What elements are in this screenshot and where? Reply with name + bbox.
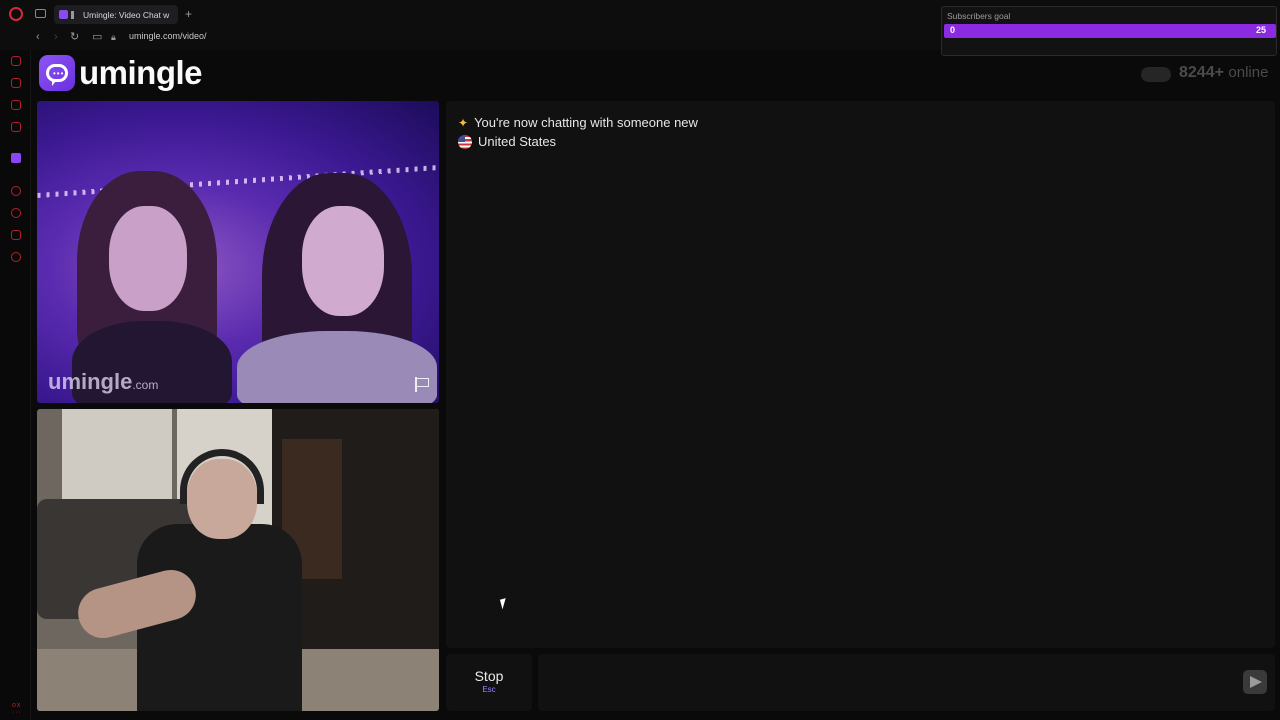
stranger-face-2 (302, 206, 384, 316)
bubble-shape: ••• (46, 64, 68, 86)
site-logo-text[interactable]: umingle (79, 54, 203, 92)
back-icon[interactable]: ‹ (36, 31, 40, 43)
online-counter: 8244+ online (1179, 64, 1268, 82)
opera-logo-icon[interactable] (9, 7, 23, 21)
tab-manager-icon[interactable] (35, 9, 46, 18)
online-toggle[interactable] (1141, 67, 1171, 82)
send-button[interactable] (1243, 670, 1267, 694)
stop-shortcut-hint: Esc (482, 685, 496, 694)
browser-sidebar: ox ··· (0, 50, 31, 720)
address-bar[interactable]: umingle.com/video/ (129, 31, 207, 41)
sidebar-messenger-icon[interactable] (11, 100, 21, 110)
sidebar-speed-dial-icon[interactable] (11, 56, 21, 66)
bubble-dots: ••• (53, 69, 65, 78)
us-flag-icon (458, 134, 472, 149)
sparkles-icon: ✦ (458, 115, 469, 130)
goal-target: 25 (1255, 25, 1266, 35)
sidebar-player-icon[interactable] (11, 186, 21, 196)
message-input[interactable] (538, 654, 1275, 711)
browser-tab-active[interactable]: Umingle: Video Chat w (54, 5, 178, 24)
sidebar-extensions-icon[interactable] (11, 230, 21, 240)
sidebar-shop-icon[interactable] (11, 78, 21, 88)
self-video (37, 409, 439, 711)
watermark-main: umingle (48, 369, 133, 394)
reload-icon[interactable]: ↻ (70, 31, 79, 43)
goal-current: 0 (950, 25, 956, 35)
forward-icon[interactable]: › (54, 31, 58, 43)
report-flag-icon[interactable] (415, 377, 429, 392)
goal-progress-bar: 0 25 (944, 24, 1276, 38)
video-watermark: umingle.com (48, 369, 158, 395)
sidebar-settings-icon[interactable] (11, 252, 21, 262)
chat-logo-icon[interactable]: ••• (39, 55, 75, 91)
subscribers-goal-widget: Subscribers goal 0 25 (941, 6, 1277, 56)
stranger-video: umingle.com (37, 101, 439, 403)
speaker-icon[interactable] (71, 10, 79, 19)
stop-button-label: Stop (474, 668, 504, 684)
stop-button[interactable]: Stop Esc (446, 654, 532, 711)
sidebar-history-icon[interactable] (11, 208, 21, 218)
sidebar-more-icon[interactable]: ox ··· (12, 702, 22, 716)
watermark-suffix: .com (132, 378, 159, 392)
tab-title: Umingle: Video Chat w (83, 9, 170, 20)
send-icon (1250, 676, 1262, 688)
sidebar-twitch-icon[interactable] (11, 153, 21, 163)
online-count-label: online (1228, 64, 1269, 81)
mouse-cursor-icon (499, 596, 515, 610)
umingle-favicon-icon (59, 10, 68, 19)
chat-message-text: You're now chatting with someone new (474, 115, 698, 130)
chat-message: United States (458, 134, 556, 149)
chat-message: ✦ You're now chatting with someone new (458, 115, 698, 130)
new-tab-button[interactable]: + (185, 8, 192, 20)
umingle-page: ••• umingle 8244+ online umingle.com ✦ Y… (32, 50, 1280, 720)
sidebar-music-icon[interactable] (11, 122, 21, 132)
lock-icon[interactable]: 🔒︎ (111, 31, 116, 43)
goal-progress-fill (944, 24, 1276, 38)
chat-message-text: United States (478, 134, 557, 149)
chat-panel[interactable]: ✦ You're now chatting with someone new U… (446, 101, 1275, 648)
camera-icon[interactable]: ▭ (92, 31, 102, 43)
goal-title: Subscribers goal (947, 11, 1011, 21)
stranger-body-2 (237, 331, 437, 403)
online-count-value: 8244+ (1179, 64, 1224, 81)
stranger-face-1 (109, 206, 187, 311)
